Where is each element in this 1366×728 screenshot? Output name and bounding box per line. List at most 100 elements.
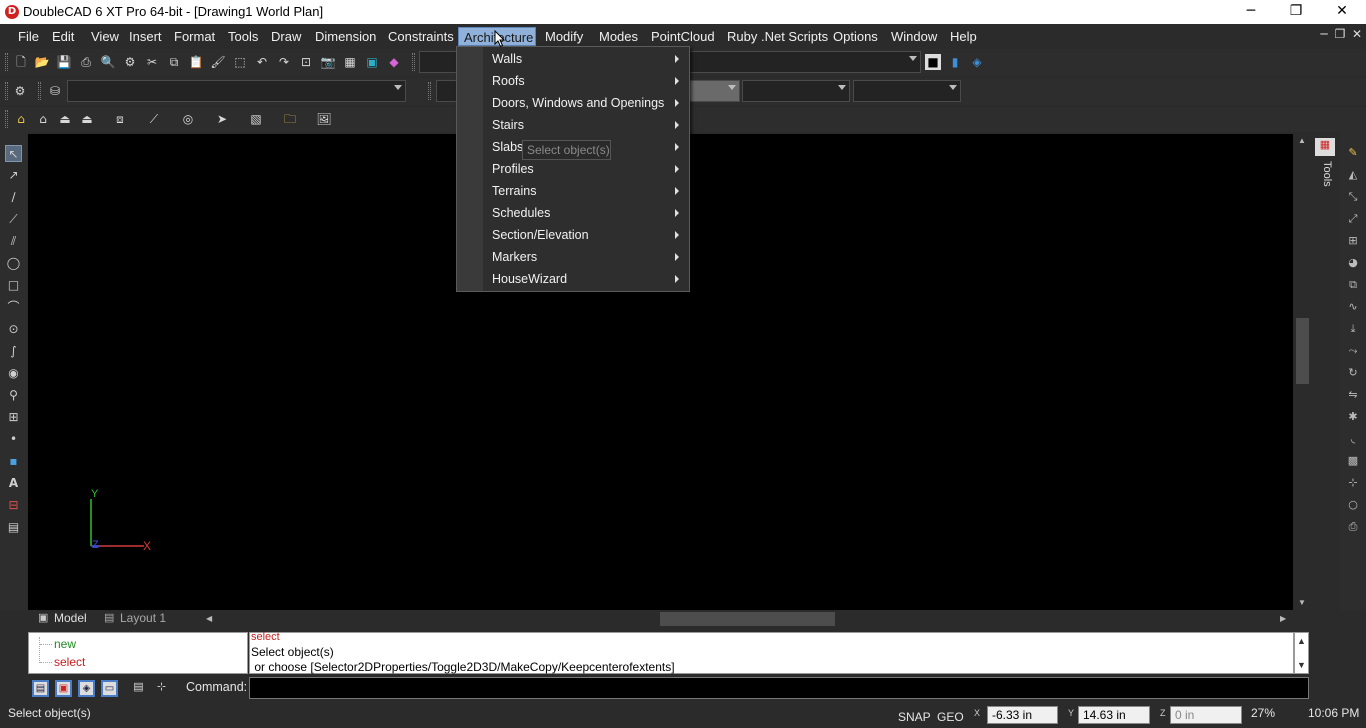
tab-model[interactable]: ▣ Model — [32, 610, 93, 628]
book-icon[interactable]: ▮ — [947, 54, 963, 70]
hscroll-left-icon[interactable]: ◀ — [206, 614, 212, 623]
mdi-minimize-icon[interactable]: ─ — [1316, 27, 1332, 43]
roof-hip-icon[interactable]: ⏏ — [79, 111, 95, 127]
geo-toggle[interactable]: GEO — [937, 710, 964, 724]
menu-item-housewizard[interactable]: HouseWizard — [458, 268, 688, 290]
z-coordinate-field[interactable]: 0 in — [1170, 706, 1242, 724]
scroll-up-icon[interactable]: ▲ — [1298, 136, 1306, 145]
eye-icon[interactable]: ◉ — [5, 365, 22, 382]
array-icon[interactable]: ⊞ — [1345, 233, 1361, 249]
cmd-mode-3-icon[interactable]: ◈ — [78, 680, 95, 697]
menu-modes[interactable]: Modes — [594, 27, 643, 46]
menu-draw[interactable]: Draw — [266, 27, 306, 46]
image-icon[interactable]: 🖼 — [316, 111, 332, 127]
cmd-mode-1-icon[interactable]: ▤ — [32, 680, 49, 697]
menu-tools[interactable]: Tools — [223, 27, 263, 46]
curve-icon[interactable]: ∫ — [5, 343, 22, 360]
scroll-down-icon[interactable]: ▼ — [1298, 598, 1306, 607]
toolbar-grip[interactable] — [38, 82, 41, 100]
close-button[interactable]: ✕ — [1319, 0, 1365, 24]
explode-icon[interactable]: ✱ — [1345, 409, 1361, 425]
color-swatch-icon[interactable]: ■ — [925, 54, 941, 70]
mdi-close-icon[interactable]: ✕ — [1349, 27, 1365, 43]
cmd-list-icon[interactable]: ▤ — [130, 680, 147, 697]
cmd-snap-icon[interactable]: ⊹ — [153, 680, 170, 697]
render-icon[interactable]: ◈ — [969, 54, 985, 70]
arc-icon[interactable]: ⌒ — [5, 299, 22, 316]
line-icon[interactable]: ∕ — [5, 189, 22, 206]
insert-block-icon[interactable]: ▪ — [5, 453, 22, 470]
target-icon[interactable]: ⊙ — [5, 321, 22, 338]
copy-icon[interactable]: ⧉ — [166, 54, 182, 70]
zoom-window-icon[interactable]: ⊡ — [298, 54, 314, 70]
cmd-scroll-up-icon[interactable]: ▲ — [1297, 636, 1306, 646]
menu-item-stairs[interactable]: Stairs — [458, 114, 688, 136]
layer-select-combo[interactable] — [67, 80, 406, 102]
print-icon[interactable]: ⎙ — [78, 54, 94, 70]
cmd-mode-2-icon[interactable]: ▣ — [55, 680, 72, 697]
menu-item-schedules[interactable]: Schedules — [458, 202, 688, 224]
y-coordinate-field[interactable]: 14.63 in — [1078, 706, 1150, 724]
toolbar-grip[interactable] — [5, 82, 8, 100]
tools-palette-icon[interactable]: ▦ — [1315, 138, 1335, 156]
menu-item-doors-windows-openings[interactable]: Doors, Windows and Openings — [458, 92, 688, 114]
layer-combo[interactable] — [419, 51, 457, 73]
open-folder-icon[interactable]: 📂 — [34, 54, 50, 70]
history-item-select[interactable]: select — [54, 655, 85, 669]
roof-icon[interactable]: ⏏ — [57, 111, 73, 127]
cmd-mode-4-icon[interactable]: ▭ — [101, 680, 118, 697]
menu-item-roofs[interactable]: Roofs — [458, 70, 688, 92]
print-preview-icon[interactable]: 🔍 — [100, 54, 116, 70]
menu-item-terrains[interactable]: Terrains — [458, 180, 688, 202]
mdi-restore-icon[interactable]: ❐ — [1332, 27, 1348, 43]
color-combo[interactable] — [436, 80, 458, 102]
redo-icon[interactable]: ↷ — [276, 54, 292, 70]
cut-icon[interactable]: ✂ — [144, 54, 160, 70]
menu-view[interactable]: View — [86, 27, 124, 46]
new-file-icon[interactable]: 🗋 — [13, 54, 29, 70]
paste-icon[interactable]: 📋 — [188, 54, 204, 70]
match-properties-icon[interactable]: 🖌 — [210, 54, 226, 70]
menu-modify[interactable]: Modify — [540, 27, 588, 46]
camera-icon[interactable]: 📷 — [320, 54, 336, 70]
arrow-tool-icon[interactable]: ➤ — [214, 111, 230, 127]
eraser-icon[interactable]: ◆ — [386, 54, 402, 70]
save-icon[interactable]: 💾 — [56, 54, 72, 70]
extend-icon[interactable]: ⤳ — [1345, 343, 1361, 359]
command-history-tree[interactable]: new select — [28, 632, 248, 674]
trim-icon[interactable]: ⤓ — [1345, 321, 1361, 337]
menu-format[interactable]: Format — [169, 27, 220, 46]
point-icon[interactable]: • — [5, 431, 22, 448]
menu-ruby-net-scripts[interactable]: Ruby .Net Scripts — [722, 27, 833, 46]
toolbar-grip[interactable] — [428, 82, 431, 100]
double-line-icon[interactable]: ⫽ — [5, 233, 22, 250]
fill-icon[interactable]: ◕ — [1345, 255, 1361, 271]
align-icon[interactable]: ⊹ — [1345, 475, 1361, 491]
minimize-button[interactable]: ─ — [1228, 0, 1274, 24]
select-all-icon[interactable]: ⬚ — [232, 54, 248, 70]
text-icon[interactable]: A — [5, 475, 22, 492]
command-output-scrollbar[interactable]: ▲ ▼ — [1294, 632, 1309, 674]
menu-insert[interactable]: Insert — [124, 27, 167, 46]
undo-icon[interactable]: ↶ — [254, 54, 270, 70]
curve-edit-icon[interactable]: ∿ — [1345, 299, 1361, 315]
toolbar-grip[interactable] — [412, 53, 415, 71]
tools-panel-label[interactable]: Tools — [1317, 161, 1333, 189]
menu-dimension[interactable]: Dimension — [310, 27, 381, 46]
restore-button[interactable]: ❐ — [1273, 0, 1319, 24]
folder-tool-icon[interactable]: 🗀 — [282, 111, 298, 127]
plotstyle-combo[interactable] — [853, 80, 961, 102]
select-pointer-icon[interactable]: ↖ — [5, 145, 22, 162]
circle-icon[interactable]: ◯ — [5, 255, 22, 272]
tab-layout-1[interactable]: ▤ Layout 1 — [98, 610, 172, 628]
snap-toggle[interactable]: SNAP — [898, 710, 931, 724]
toolbar-grip[interactable] — [5, 110, 8, 128]
offset-icon[interactable]: ⧉ — [1345, 277, 1361, 293]
menu-edit[interactable]: Edit — [47, 27, 79, 46]
menu-item-walls[interactable]: Walls — [458, 48, 688, 70]
menu-options[interactable]: Options — [828, 27, 883, 46]
rotate-icon[interactable]: ↻ — [1345, 365, 1361, 381]
layer-icon[interactable]: ⛁ — [47, 83, 63, 99]
scale-icon[interactable]: ⤢ — [1345, 211, 1361, 227]
command-input[interactable] — [249, 677, 1309, 699]
